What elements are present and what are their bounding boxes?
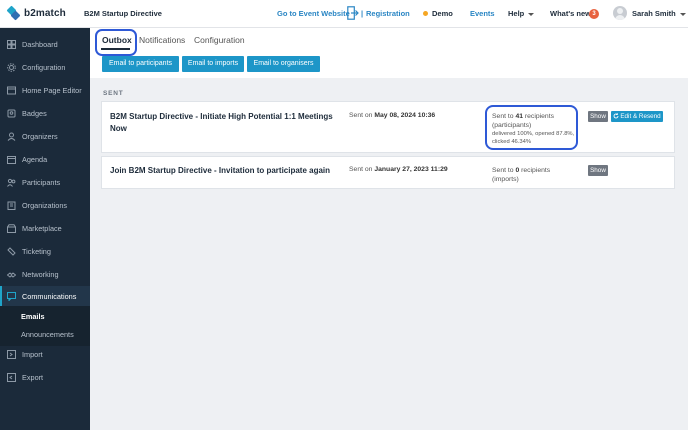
organizations-icon (7, 201, 16, 210)
email-to-organisers-button[interactable]: Email to organisers (247, 56, 320, 72)
email-sent-date: Sent on January 27, 2023 11:29 (349, 166, 448, 173)
help-label: Help (508, 9, 525, 18)
home-page-editor-icon (7, 86, 16, 94)
b2match-logo-icon (6, 5, 21, 21)
chevron-down-icon (528, 12, 535, 16)
whats-new-link[interactable]: What's new (550, 9, 591, 18)
sidebar-item-label: Communications (22, 291, 77, 301)
sidebar-item-label: Organizers (22, 131, 58, 141)
communications-icon (7, 291, 16, 301)
communications-submenu (0, 306, 90, 346)
import-icon (7, 349, 16, 359)
sidebar-item-configuration[interactable]: Configuration (0, 57, 90, 77)
help-menu[interactable]: Help (508, 9, 535, 18)
events-link[interactable]: Events (470, 9, 495, 18)
sidebar-item-home-page-editor[interactable]: Home Page Editor (0, 80, 90, 100)
chevron-down-icon (679, 12, 686, 16)
sidebar-item-communications[interactable]: Communications (0, 286, 90, 306)
user-menu[interactable]: Sarah Smith (632, 9, 686, 18)
agenda-icon (7, 155, 16, 164)
networking-icon (7, 271, 16, 278)
tab-notifications[interactable]: Notifications (139, 35, 185, 45)
sidebar-item-marketplace[interactable]: Marketplace (0, 218, 90, 238)
demo-status-dot-icon (423, 11, 428, 16)
sidebar-subitem-emails[interactable]: Emails (21, 312, 45, 321)
sidebar-item-label: Home Page Editor (22, 85, 82, 95)
event-name: B2M Startup Directive (84, 9, 162, 18)
export-icon (7, 372, 16, 382)
participants-icon (7, 178, 16, 187)
sidebar-item-badges[interactable]: Badges (0, 103, 90, 123)
sidebar-item-agenda[interactable]: Agenda (0, 149, 90, 169)
refresh-icon (613, 112, 619, 118)
sidebar-item-label: Export (22, 372, 44, 382)
recipients-prefix: Sent to (492, 167, 516, 174)
sidebar-item-ticketing[interactable]: Ticketing (0, 241, 90, 261)
sidebar-item-label: Networking (22, 269, 59, 279)
sidebar-item-label: Participants (22, 177, 61, 187)
outbox-tab-highlight (95, 29, 137, 56)
edit-resend-button[interactable]: Edit & Resend (611, 111, 663, 122)
show-button[interactable]: Show (588, 165, 608, 176)
sidebar-item-label: Marketplace (22, 223, 62, 233)
sign-out-icon[interactable] (347, 6, 359, 20)
sidebar-item-dashboard[interactable]: Dashboard (0, 34, 90, 54)
recipients-highlight (485, 105, 578, 150)
edit-resend-label: Edit & Resend (620, 113, 661, 120)
email-to-imports-button[interactable]: Email to imports (182, 56, 244, 72)
demo-link[interactable]: Demo (432, 9, 453, 18)
email-title[interactable]: Join B2M Startup Directive - Invitation … (110, 165, 350, 177)
sidebar-subitem-announcements[interactable]: Announcements (21, 330, 74, 339)
marketplace-icon (7, 223, 16, 233)
sent-section-label: SENT (103, 90, 124, 97)
show-button[interactable]: Show (588, 111, 608, 122)
sidebar-item-participants[interactable]: Participants (0, 172, 90, 192)
sidebar-item-import[interactable]: Import (0, 344, 90, 364)
notification-count-badge: 3 (589, 9, 599, 19)
email-to-participants-button[interactable]: Email to participants (102, 56, 179, 72)
sidebar-item-networking[interactable]: Networking (0, 264, 90, 284)
sidebar-item-label: Import (22, 349, 43, 359)
registration-link[interactable]: Registration (366, 9, 410, 18)
brand[interactable]: b2match (0, 0, 90, 28)
sidebar-item-label: Badges (22, 108, 47, 118)
sidebar-item-label: Agenda (22, 154, 48, 164)
sidebar-item-organizations[interactable]: Organizations (0, 195, 90, 215)
sidebar-item-organizers[interactable]: Organizers (0, 126, 90, 146)
dashboard-icon (7, 39, 16, 49)
brand-name: b2match (24, 8, 66, 19)
organizers-icon (7, 132, 16, 141)
sent-prefix: Sent on (349, 112, 375, 119)
sidebar: Dashboard Configuration Home Page Editor… (0, 28, 90, 430)
email-sent-date: Sent on May 08, 2024 10:36 (349, 112, 435, 119)
badge-icon (7, 109, 16, 117)
go-to-event-website-link[interactable]: Go to Event Website (277, 9, 350, 18)
tab-configuration[interactable]: Configuration (194, 35, 245, 45)
sent-prefix: Sent on (349, 166, 375, 173)
email-recipients: Sent to 0 recipients (imports) (492, 166, 550, 184)
avatar[interactable] (613, 6, 627, 20)
configuration-icon (7, 62, 16, 72)
sidebar-item-label: Ticketing (22, 246, 51, 256)
sidebar-item-label: Configuration (22, 62, 66, 72)
recipients-suffix: recipients (519, 167, 551, 174)
recipients-group: (imports) (492, 176, 519, 183)
email-card: B2M Startup Directive - Initiate High Po… (101, 101, 675, 153)
email-title[interactable]: B2M Startup Directive - Initiate High Po… (110, 111, 340, 135)
ticket-icon (7, 246, 16, 256)
sidebar-item-export[interactable]: Export (0, 367, 90, 387)
sent-date-value: May 08, 2024 10:36 (374, 112, 436, 119)
email-card: Join B2M Startup Directive - Invitation … (101, 156, 675, 189)
user-name: Sarah Smith (632, 9, 676, 18)
sent-date-value: January 27, 2023 11:29 (374, 166, 448, 173)
sidebar-item-label: Dashboard (22, 39, 58, 49)
sidebar-item-label: Organizations (22, 200, 68, 210)
topbar-separator: | (361, 9, 364, 18)
